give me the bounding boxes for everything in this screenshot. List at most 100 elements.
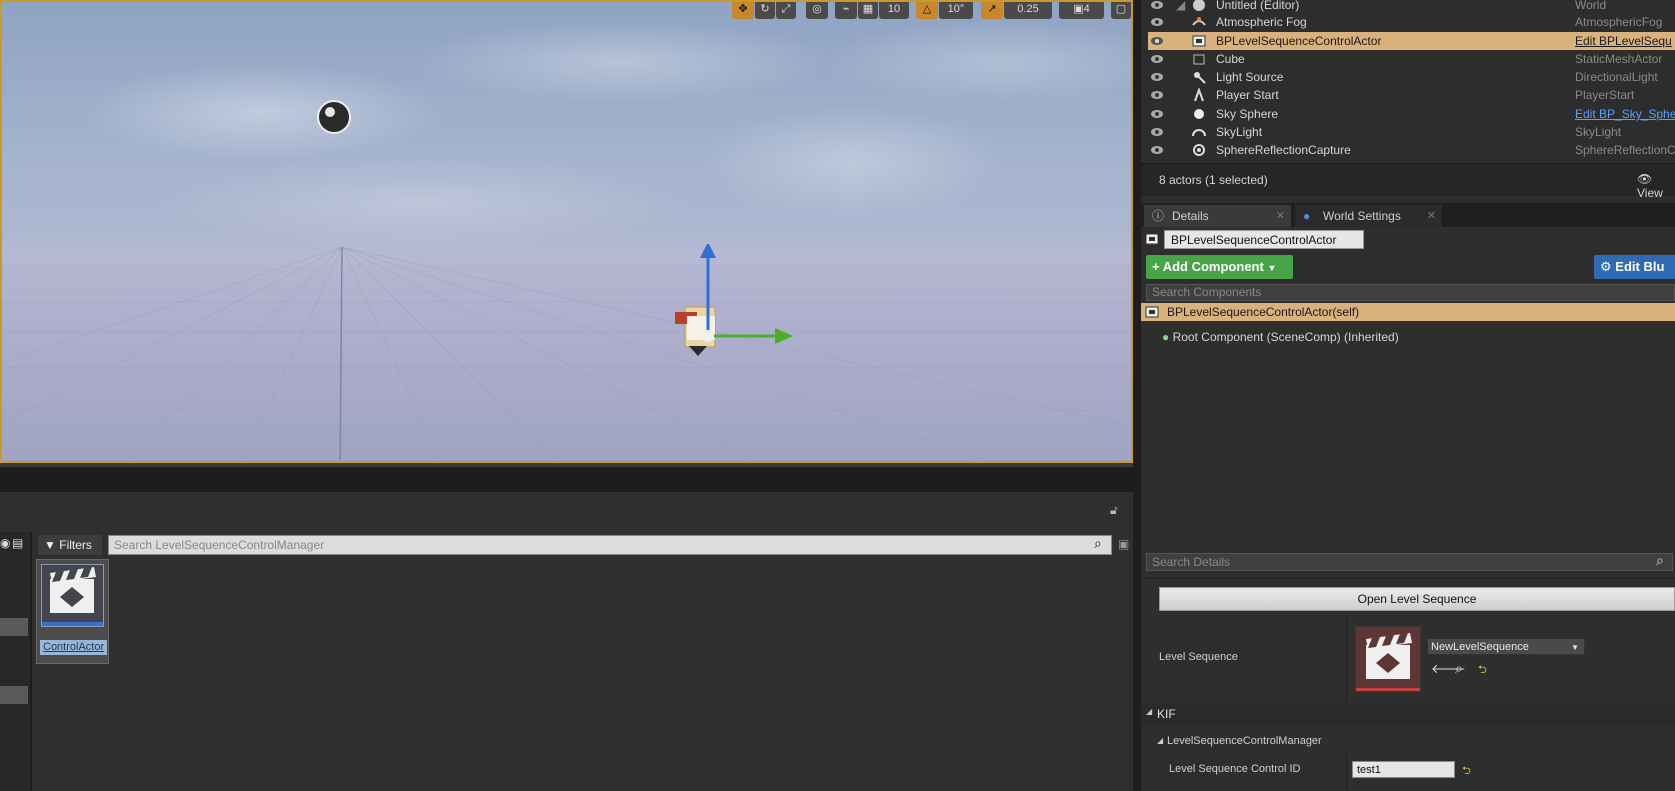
tab-world-settings[interactable]: ● World Settings ✕ xyxy=(1295,205,1442,227)
level-sequence-label: Level Sequence xyxy=(1159,651,1238,663)
rotate-mode-icon[interactable]: ↻ xyxy=(755,2,775,19)
chevron-down-icon: ▼ xyxy=(1267,263,1277,273)
visibility-eye-icon[interactable] xyxy=(1151,126,1163,138)
level-sequence-thumbnail[interactable] xyxy=(1354,625,1422,693)
outliner-row[interactable]: Atmospheric Fog AtmosphericFog xyxy=(1148,13,1675,31)
component-self-label: BPLevelSequenceControlActor(self) xyxy=(1167,305,1360,319)
asset-name-label[interactable]: ControlActor xyxy=(40,640,108,655)
sources-panel-band xyxy=(0,686,28,704)
control-id-input[interactable]: test1 xyxy=(1352,761,1455,778)
visibility-eye-icon[interactable] xyxy=(1151,16,1163,28)
save-search-icon[interactable]: ▣ xyxy=(1118,537,1129,551)
tab-label: World Settings xyxy=(1323,209,1401,223)
subcategory-level-sequence-control-manager[interactable]: ◢ LevelSequenceControlManager xyxy=(1141,731,1675,753)
filter-icon: ▼ xyxy=(44,538,56,552)
outliner-row-name: Player Start xyxy=(1216,88,1279,102)
visibility-eye-icon[interactable] xyxy=(1151,0,1163,11)
fog-icon xyxy=(1192,17,1206,26)
asset-thumbnail xyxy=(41,564,104,627)
outliner-row-name: SkyLight xyxy=(1216,125,1263,139)
asset-tile[interactable]: ControlActor xyxy=(36,559,109,664)
directional-light-icon xyxy=(1194,72,1206,84)
outliner-row-selected[interactable]: BPLevelSequenceControlActor Edit BPLevel… xyxy=(1148,32,1675,50)
tab-details[interactable]: ⓘ Details ✕ xyxy=(1144,205,1291,227)
visibility-eye-icon[interactable] xyxy=(1151,71,1163,83)
transform-gizmo[interactable] xyxy=(667,244,807,374)
expand-arrow-icon[interactable]: ◢ xyxy=(1176,0,1185,14)
outliner-row-type: StaticMeshActor xyxy=(1575,52,1663,66)
maximize-viewport-icon[interactable]: ▢ xyxy=(1111,2,1131,19)
reset-to-default-icon[interactable]: ⮌ xyxy=(1478,661,1487,680)
search-components-placeholder: Search Components xyxy=(1152,285,1262,299)
actor-name-field[interactable]: BPLevelSequenceControlActor xyxy=(1164,230,1364,249)
search-icon: ⌕ xyxy=(1094,535,1102,551)
search-details-placeholder: Search Details xyxy=(1152,555,1231,569)
history-icon[interactable]: ◉ xyxy=(0,536,12,552)
search-icon: ⌕ xyxy=(1656,552,1664,568)
outliner-row[interactable]: Cube StaticMeshActor xyxy=(1148,50,1675,68)
level-viewport[interactable]: ✥ ↻ ⤢ ◎ ⌁ ▦ 10 △ 10° ↗ 0.25 ▣ 4 ▢ xyxy=(0,0,1133,463)
camera-speed-button[interactable]: ▣ 4 xyxy=(1059,2,1104,19)
outliner-row[interactable]: Light Source DirectionalLight xyxy=(1148,68,1675,86)
outliner-row[interactable]: SkyLight SkyLight xyxy=(1148,123,1675,141)
visibility-eye-icon[interactable] xyxy=(1151,53,1163,65)
scale-snap-icon[interactable]: ↗ xyxy=(981,2,1003,19)
visibility-eye-icon[interactable] xyxy=(1151,144,1163,156)
surface-snap-icon[interactable]: ⌁ xyxy=(835,2,857,19)
outliner-row[interactable]: SphereReflectionCapture SphereReflection… xyxy=(1148,141,1675,159)
sources-panel-band xyxy=(0,618,28,636)
filters-button[interactable]: ▼ Filters ▼ xyxy=(38,535,102,571)
grid-snap-value[interactable]: 10 xyxy=(879,2,909,19)
level-sequence-select[interactable]: NewLevelSequence ▼ xyxy=(1427,638,1585,655)
lock-icon[interactable]: 🔓︎ xyxy=(1110,503,1118,518)
rotation-snap-value[interactable]: 10° xyxy=(939,2,973,19)
world-space-icon[interactable]: ◎ xyxy=(806,2,828,19)
visibility-eye-icon[interactable] xyxy=(1151,35,1163,47)
outliner-row[interactable]: ◢ Untitled (Editor) World xyxy=(1148,0,1675,14)
edit-blueprint-link[interactable]: Edit BP_Sky_Sphe xyxy=(1575,105,1675,123)
visibility-eye-icon[interactable] xyxy=(1151,108,1163,120)
visibility-eye-icon[interactable] xyxy=(1151,89,1163,101)
outliner-row-type: AtmosphericFog xyxy=(1575,15,1663,29)
search-components-input[interactable]: Search Components xyxy=(1146,284,1675,301)
scale-snap-value[interactable]: 0.25 xyxy=(1004,2,1052,19)
outliner-row-name: Untitled (Editor) xyxy=(1216,0,1300,12)
browse-search-icon[interactable]: ⌕ xyxy=(1455,660,1463,677)
chevron-down-icon: ▼ xyxy=(1571,643,1579,652)
outliner-row-name: Sky Sphere xyxy=(1216,107,1279,121)
eye-icon: 👁︎ xyxy=(1637,172,1653,186)
view-list-icon[interactable]: ▤ xyxy=(12,536,28,552)
outliner-row-name: Cube xyxy=(1216,52,1245,66)
grid-snap-icon[interactable]: ▦ xyxy=(858,2,878,19)
view-options-label: View xyxy=(1637,186,1663,200)
component-tree-root[interactable]: ● Root Component (SceneComp) (Inherited) xyxy=(1162,330,1399,344)
outliner-row[interactable]: Player Start PlayerStart xyxy=(1148,86,1675,104)
content-search-input[interactable]: Search LevelSequenceControlManager xyxy=(108,535,1112,555)
open-level-sequence-button[interactable]: Open Level Sequence xyxy=(1159,587,1675,611)
outliner-row-name: Atmospheric Fog xyxy=(1216,15,1307,29)
search-details-input[interactable]: Search Details xyxy=(1146,553,1673,571)
subcategory-label: LevelSequenceControlManager xyxy=(1167,735,1322,747)
reset-to-default-icon[interactable]: ⮌ xyxy=(1462,762,1471,781)
edit-blueprint-button[interactable]: ⚙ Edit Blu xyxy=(1594,255,1675,279)
filters-label: Filters xyxy=(59,538,92,552)
scale-mode-icon[interactable]: ⤢ xyxy=(776,2,796,19)
rotation-snap-icon[interactable]: △ xyxy=(916,2,938,19)
sky-sphere-icon[interactable] xyxy=(316,99,352,135)
category-kif[interactable]: ◢ KIF xyxy=(1141,703,1675,725)
view-options-button[interactable]: 👁︎ View xyxy=(1637,172,1675,200)
outliner-row[interactable]: Sky Sphere Edit BP_Sky_Sphe xyxy=(1148,105,1675,123)
control-id-label: Level Sequence Control ID xyxy=(1169,763,1301,775)
add-component-button[interactable]: + Add Component ▼ xyxy=(1146,255,1293,279)
close-icon[interactable]: ✕ xyxy=(1276,205,1285,227)
content-browser-sources-panel xyxy=(0,532,32,791)
level-sequence-value: NewLevelSequence xyxy=(1431,641,1529,653)
translate-mode-icon[interactable]: ✥ xyxy=(732,2,754,19)
panel-splitter[interactable] xyxy=(1133,0,1141,791)
component-tree-self[interactable]: BPLevelSequenceControlActor(self) xyxy=(1141,303,1675,321)
divider xyxy=(1141,578,1675,579)
level-sequence-icon xyxy=(50,567,96,613)
edit-blueprint-link[interactable]: Edit BPLevelSequ xyxy=(1575,32,1672,50)
sphere-icon xyxy=(1194,109,1204,119)
close-icon[interactable]: ✕ xyxy=(1427,205,1436,227)
